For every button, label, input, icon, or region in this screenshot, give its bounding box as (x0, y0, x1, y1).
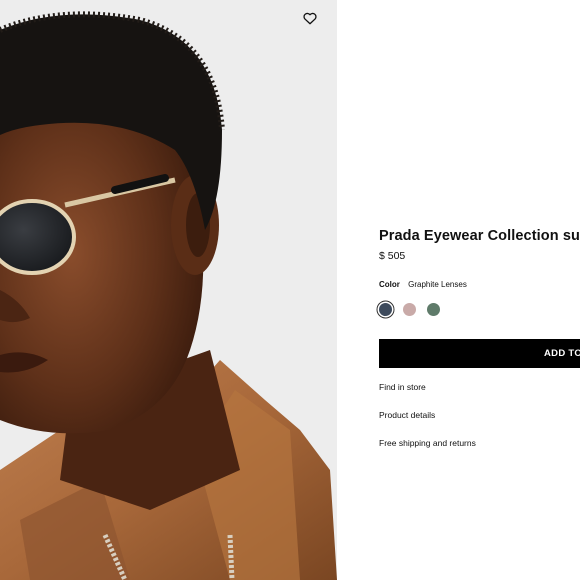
color-value: Graphite Lenses (408, 280, 467, 289)
model-photo (0, 0, 337, 580)
find-in-store-link[interactable]: Find in store (379, 382, 426, 392)
product-info-panel: Prada Eyewear Collection sunglasses $ 50… (337, 0, 580, 580)
wishlist-button[interactable] (303, 12, 323, 32)
swatch-green[interactable] (427, 303, 440, 316)
add-to-bag-button[interactable]: ADD TO BAG (379, 339, 580, 368)
swatch-pink[interactable] (403, 303, 416, 316)
product-title: Prada Eyewear Collection sunglasses (379, 228, 580, 244)
product-image (0, 0, 337, 580)
product-price: $ 505 (379, 250, 406, 262)
color-label: Color (379, 280, 400, 289)
shipping-returns-link[interactable]: Free shipping and returns (379, 438, 476, 448)
color-swatches (379, 303, 440, 316)
heart-outline-icon (303, 12, 317, 25)
product-details-link[interactable]: Product details (379, 410, 435, 420)
swatch-graphite[interactable] (379, 303, 392, 316)
color-selection-label: Color Graphite Lenses (379, 280, 467, 289)
